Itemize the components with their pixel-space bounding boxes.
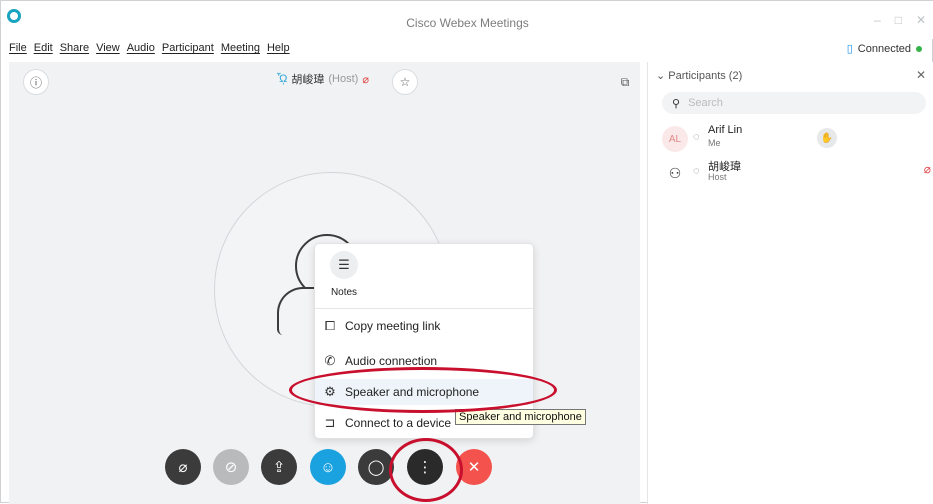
headset-icon: ᾮ [277, 73, 288, 85]
raise-hand-button[interactable]: ✋ [817, 128, 837, 148]
participant-row[interactable]: AL ◌ Arif Lin Me ✋ [662, 122, 933, 156]
avatar: ⚇ [662, 160, 688, 186]
star-icon: ☆ [399, 75, 411, 89]
active-speaker-label: ᾮ 胡峻瑋 (Host) ⌀ [277, 71, 369, 87]
avatar: AL [662, 126, 688, 152]
share-button[interactable]: ⇪ [261, 449, 297, 485]
cast-icon: ⊐ [324, 415, 336, 430]
chat-icon: ◯ [367, 459, 385, 476]
host-name: 胡峻瑋 [291, 74, 325, 86]
participants-button[interactable]: ☺ [310, 449, 346, 485]
host-tag: (Host) [328, 73, 359, 85]
menu-items: File Edit Share View Audio Participant M… [9, 42, 290, 54]
participant-search-input[interactable]: ⚲ Search [662, 92, 926, 114]
pin-button[interactable]: ☆ [392, 69, 418, 95]
headset-icon: ◌ [693, 131, 700, 143]
video-off-icon: ⊘ [224, 459, 238, 476]
notes-label: Notes [330, 287, 358, 298]
close-icon: ✕ [467, 459, 481, 476]
participant-role: Me [708, 138, 721, 148]
hand-icon: ✋ [820, 132, 834, 144]
share-icon: ⇪ [272, 459, 286, 476]
headset-icon: ◌ [693, 165, 700, 177]
menu-help[interactable]: Help [267, 42, 290, 54]
participant-name: Arif Lin [708, 124, 743, 136]
menu-file[interactable]: File [9, 42, 27, 54]
close-panel-button[interactable]: ✕ [916, 68, 926, 82]
menu-bar: File Edit Share View Audio Participant M… [1, 39, 933, 61]
menu-audio[interactable]: Audio [127, 42, 155, 54]
layout-button[interactable]: ⧉ [612, 69, 638, 95]
maximize-button[interactable]: □ [895, 13, 902, 27]
participants-title: Participants (2) [668, 70, 743, 82]
participants-header[interactable]: ⌄ Participants (2) [656, 69, 742, 82]
webex-window: Cisco Webex Meetings – □ ✕ File Edit Sha… [0, 0, 933, 504]
mic-muted-icon: ⌀ [362, 73, 369, 86]
close-icon: ✕ [915, 68, 926, 82]
annotation-oval-more-button [389, 438, 463, 502]
video-button[interactable]: ⊘ [213, 449, 249, 485]
tooltip: Speaker and microphone [455, 409, 586, 425]
notes-icon: ☰ [330, 251, 358, 279]
connection-label: Connected [857, 42, 911, 55]
menu-item-label: Audio connection [345, 354, 438, 368]
connection-status[interactable]: ▯ Connected [847, 42, 922, 55]
notes-button[interactable]: ☰ Notes [329, 251, 359, 298]
participants-icon: ☺ [320, 458, 336, 476]
menu-edit[interactable]: Edit [34, 42, 53, 54]
menu-participant[interactable]: Participant [162, 42, 214, 54]
info-icon: ⓘ [29, 75, 42, 90]
window-title: Cisco Webex Meetings [406, 16, 529, 30]
search-placeholder: Search [688, 97, 723, 109]
search-icon: ⚲ [672, 97, 681, 110]
copy-icon: ⧠ [324, 318, 336, 333]
menu-item-copy-meeting-link[interactable]: ⧠ Copy meeting link [315, 313, 533, 339]
participant-row[interactable]: ⚇ ◌ 胡峻瑋 Host ⌀ [662, 156, 933, 190]
minimize-button[interactable]: – [874, 13, 881, 27]
menu-divider [315, 308, 533, 309]
connection-dot-icon [916, 45, 922, 52]
menu-item-label: Connect to a device [345, 416, 452, 430]
layout-icon: ⧉ [620, 74, 630, 89]
title-bar: Cisco Webex Meetings – □ ✕ [1, 1, 933, 39]
mute-button[interactable]: ⌀ [165, 449, 201, 485]
close-window-button[interactable]: ✕ [916, 13, 926, 27]
mic-muted-icon: ⌀ [178, 459, 188, 476]
phone-icon: ✆ [324, 353, 336, 368]
window-controls: – □ ✕ [874, 13, 926, 27]
menu-share[interactable]: Share [60, 42, 89, 54]
signal-icon: ▯ [846, 43, 853, 55]
menu-view[interactable]: View [96, 42, 120, 54]
participants-panel: ⌄ Participants (2) ✕ ⚲ Search AL ◌ Arif … [647, 62, 933, 504]
chevron-down-icon: ⌄ [656, 70, 669, 82]
participant-role: Host [708, 172, 727, 182]
meeting-info-button[interactable]: ⓘ [23, 69, 49, 95]
annotation-oval-speaker-mic [289, 367, 557, 413]
mic-muted-icon: ⌀ [923, 162, 931, 176]
menu-item-label: Copy meeting link [345, 319, 441, 333]
menu-meeting[interactable]: Meeting [221, 42, 260, 54]
